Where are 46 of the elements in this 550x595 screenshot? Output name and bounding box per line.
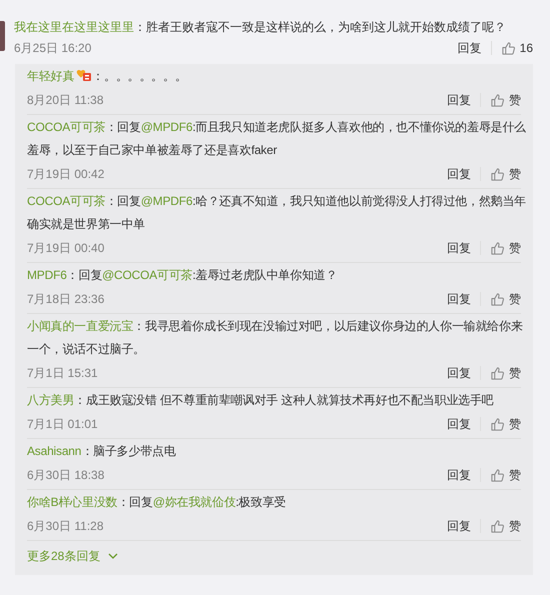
thumbs-up-icon[interactable] (500, 40, 516, 56)
thumbs-up-icon[interactable] (490, 240, 505, 256)
reply-text: 八方美男：成王败寇没错 但不尊重前辈嘲讽对手 这种人就算技术再好也不配当职业选手吧 (27, 392, 494, 409)
reply-text: Asahisann：脑子多少带点电 (27, 443, 177, 460)
reply-text: COCOA可可茶：回复@MPDF6:而且我只知道老虎队挺多人喜欢他的，也不懂你说的羞辱是什么羞辱，以至于自己家中单被羞辱了还是喜欢faker (27, 119, 527, 159)
like-label[interactable]: 赞 (509, 415, 521, 433)
like-label[interactable]: 赞 (509, 517, 521, 535)
chevron-down-icon[interactable] (108, 552, 118, 560)
like-label[interactable]: 赞 (509, 91, 521, 109)
reply-link[interactable]: 回复 (458, 39, 482, 57)
reply-link[interactable]: 回复 (447, 364, 471, 382)
timestamp: 6月30日 11:28 (27, 518, 104, 535)
reply-text: COCOA可可茶：回复@MPDF6:哈？还真不知道，我只知道他以前觉得没人打得过他，然鹅当年确实就是世界第一中单 (27, 193, 527, 233)
reply-link[interactable]: 回复 (447, 91, 471, 109)
like-label[interactable]: 赞 (509, 165, 521, 183)
timestamp: 6月25日 16:20 (14, 40, 92, 57)
reply-link[interactable]: 回复 (447, 466, 471, 484)
thumbs-up-icon[interactable] (490, 416, 505, 432)
reply-link[interactable]: 回复 (447, 517, 471, 535)
reply-link[interactable]: 回复 (447, 415, 471, 433)
like-label[interactable]: 赞 (509, 239, 521, 257)
reply-text: 小闻真的一直爱沅宝：我寻思着你成长到现在没输过对吧，以后建议你身边的人你一输就给你来一个，说话不过脑子。 (27, 318, 524, 358)
reply-text: 你啥B样心里没数：回复@妳在我就佡伎:极致享受 (27, 494, 287, 511)
reply-link[interactable]: 回复 (447, 290, 471, 308)
like-label[interactable]: 赞 (509, 290, 521, 308)
like-label[interactable]: 赞 (509, 364, 521, 382)
reply-link[interactable]: 回复 (447, 165, 471, 183)
timestamp: 7月19日 00:42 (27, 166, 104, 183)
like-label[interactable]: 赞 (509, 466, 521, 484)
like-count: 16 (520, 40, 533, 57)
timestamp: 7月18日 23:36 (27, 291, 104, 308)
thumbs-up-icon[interactable] (490, 166, 505, 182)
thumbs-up-icon[interactable] (490, 292, 505, 306)
comment-text: 我在这里在这里这里里：胜者王败者寇不一致是这样说的么，为啥到这儿就开始数成绩了呢？ (14, 19, 507, 36)
timestamp: 8月20日 11:38 (27, 92, 104, 109)
thumbs-up-icon[interactable] (490, 366, 505, 380)
timestamp: 7月1日 01:01 (27, 416, 98, 433)
thumbs-up-icon[interactable] (490, 468, 505, 482)
timestamp: 7月19日 00:40 (27, 240, 104, 257)
reply-text: MPDF6：回复@COCOA可可茶:羞辱过老虎队中单你知道？ (27, 267, 338, 284)
thumbs-up-icon[interactable] (490, 518, 505, 534)
timestamp: 6月30日 18:38 (27, 467, 104, 484)
timestamp: 7月1日 15:31 (27, 365, 98, 382)
thumbs-up-icon[interactable] (490, 92, 505, 108)
reply-link[interactable]: 回复 (447, 239, 471, 257)
reply-text: 年轻好真 ：。。。。。。。 (27, 66, 188, 85)
